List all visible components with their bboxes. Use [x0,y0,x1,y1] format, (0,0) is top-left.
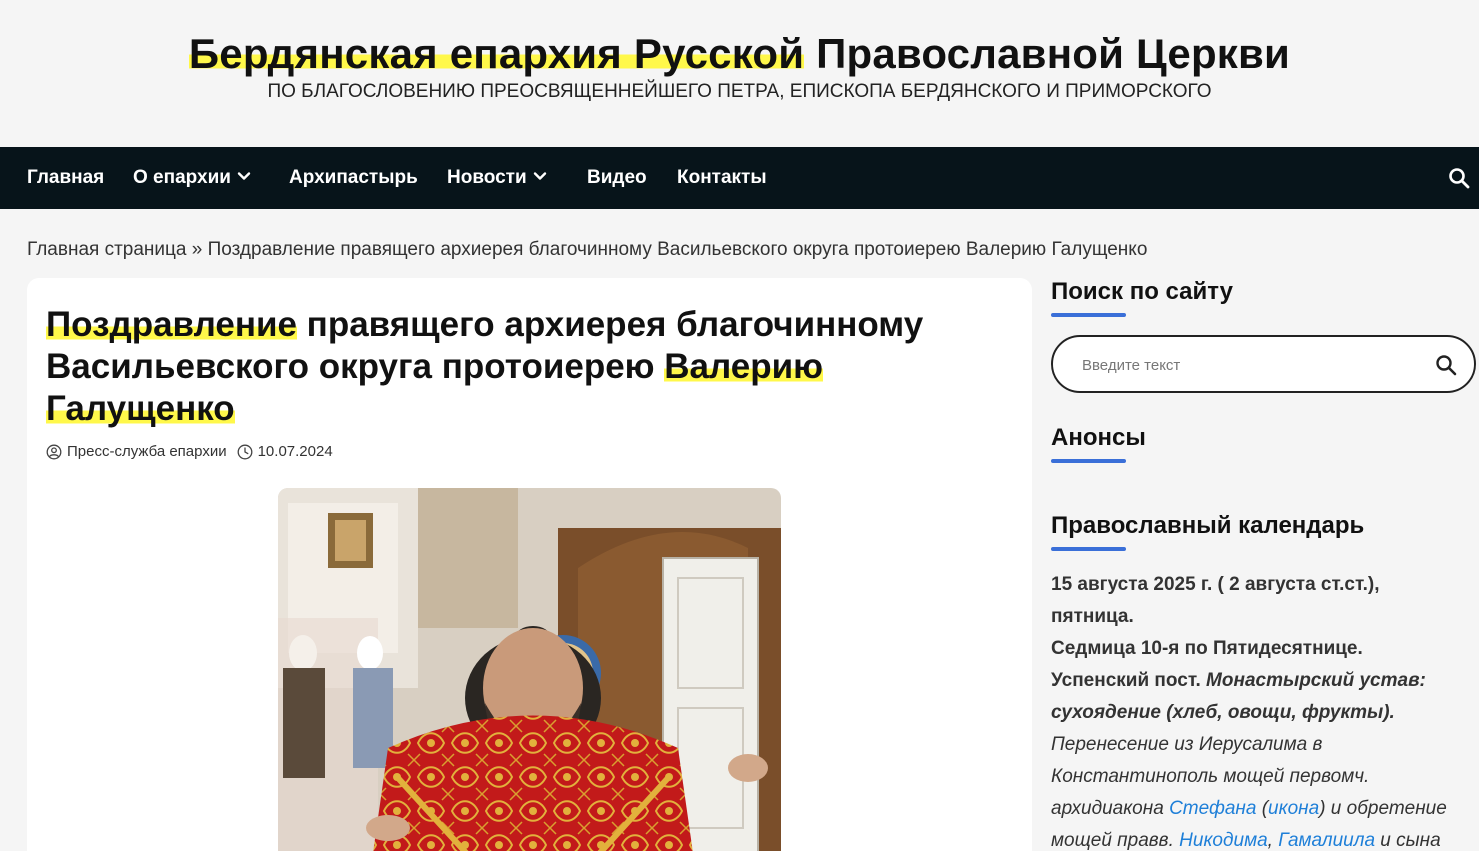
calendar-fast: Успенский пост. Монастырский устав: сухо… [1051,665,1476,729]
breadcrumb-current: Поздравление правящего архиерея благочин… [207,239,1148,260]
article-card: Поздравление правящего архиерея благочин… [27,278,1032,851]
chevron-down-icon [237,172,251,181]
breadcrumb-home-link[interactable]: Главная страница [27,239,187,260]
nav-label: О епархии [133,167,231,188]
search-icon[interactable] [1447,166,1471,190]
article-meta: Пресс-служба епархии 10.07.2024 [46,443,333,460]
calendar-feasts: Перенесение из Иерусалима в Константиноп… [1051,729,1476,851]
calendar-weekday: пятница. [1051,606,1134,627]
nav-item-contacts[interactable]: Контакты [677,147,767,209]
calendar-date: 15 августа 2025 г. ( 2 августа ст.ст.), [1051,574,1380,595]
feast-text: и сына [1375,830,1441,851]
main-navigation: Главная О епархии Архипастырь Новости Ви… [0,147,1479,209]
breadcrumb: Главная страница » Поздравление правящег… [27,239,1147,261]
title-highlight: Поздравление [46,305,297,344]
title-highlight: Галущенко [46,389,235,428]
nav-item-news[interactable]: Новости [447,147,547,209]
calendar-fast-label: Успенский пост. [1051,670,1201,691]
sidebar-search-box [1051,335,1476,393]
calendar-widget-title: Православный календарь [1051,512,1365,539]
title-highlight: Валерию [664,347,824,386]
user-circle-icon [46,444,62,459]
site-header: Бердянская епархия Русской Православной … [0,0,1479,147]
nav-label: Архипастырь [289,167,418,188]
search-widget-title: Поиск по сайту [1051,278,1233,305]
nav-item-video[interactable]: Видео [587,147,647,209]
search-icon[interactable] [1434,353,1458,377]
article-title: Поздравление правящего архиерея благочин… [46,304,986,430]
article-photo [278,488,781,851]
nav-label: Главная [27,167,105,188]
nav-item-archpastor[interactable]: Архипастырь [289,147,418,209]
orthodox-calendar: 15 августа 2025 г. ( 2 августа ст.ст.), … [1051,569,1476,851]
clock-icon [237,444,253,459]
announcements-widget-title: Анонсы [1051,424,1146,451]
site-title[interactable]: Бердянская епархия Русской Православной … [0,30,1479,78]
link-icon[interactable]: икона [1268,798,1319,819]
chevron-down-icon [533,172,546,181]
nav-label: Новости [447,167,527,188]
nav-label: Видео [587,167,647,188]
nav-item-about[interactable]: О епархии [133,147,251,209]
link-gamaliil[interactable]: Гамалиила [1278,830,1375,851]
calendar-week: Седмица 10-я по Пятидесятнице. [1051,638,1363,659]
priest-photo-illustration [278,488,781,851]
feast-text: , [1267,830,1279,851]
site-title-highlight: Бердянская епархия Русской [188,30,805,77]
title-accent-bar [1051,547,1126,551]
nav-label: Контакты [677,167,767,188]
nav-item-home[interactable]: Главная [27,147,104,209]
article-author[interactable]: Пресс-служба епархии [67,443,227,460]
article-date: 10.07.2024 [257,443,333,460]
sidebar-search-input[interactable] [1082,353,1422,377]
feast-text: ( [1256,798,1269,819]
link-nikodim[interactable]: Никодима [1179,830,1268,851]
link-stefan[interactable]: Стефана [1169,798,1256,819]
site-tagline: ПО БЛАГОСЛОВЕНИЮ ПРЕОСВЯЩЕННЕЙШЕГО ПЕТРА… [267,81,1212,102]
title-accent-bar [1051,459,1126,463]
title-accent-bar [1051,313,1126,317]
site-title-rest: Православной Церкви [804,30,1291,77]
breadcrumb-separator: » [186,239,208,260]
